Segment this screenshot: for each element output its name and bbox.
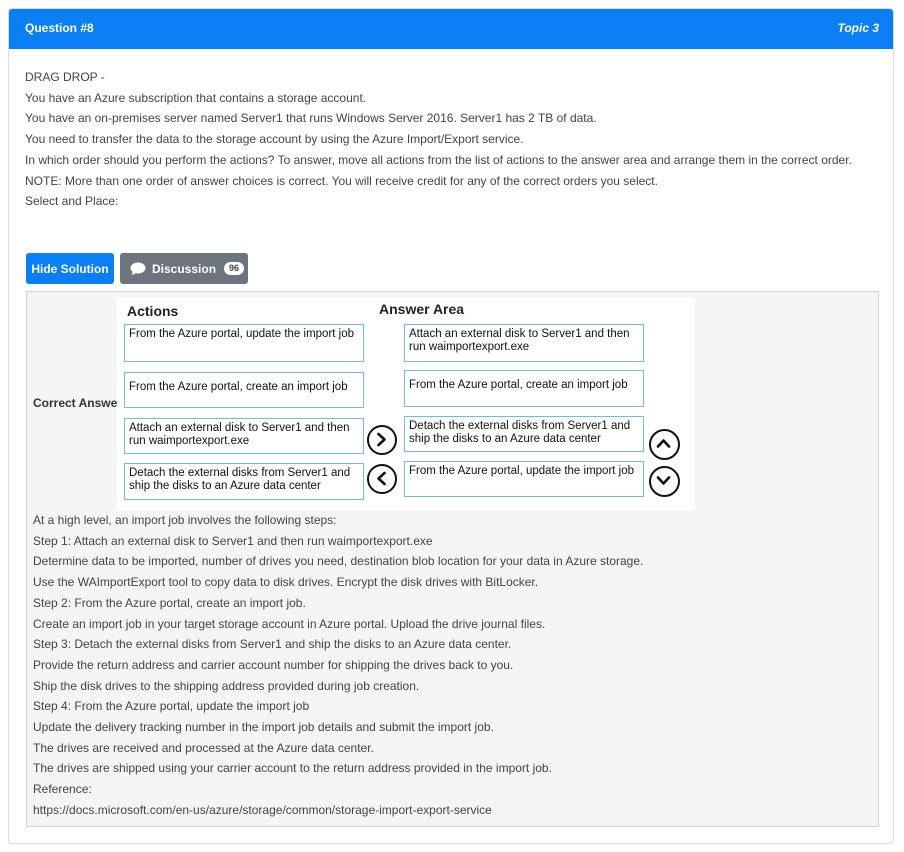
explanation-line: Ship the disk drives to the shipping add… [33, 678, 420, 693]
reference-link[interactable]: https://docs.microsoft.com/en-us/azure/s… [33, 800, 873, 821]
explanation-line: Update the delivery tracking number in t… [33, 720, 494, 735]
question-number: Question #8 [25, 21, 94, 35]
explanation-line: The drives are received and processed at… [33, 740, 374, 755]
discussion-label: Discussion [152, 261, 217, 276]
move-left-button[interactable] [367, 464, 397, 494]
chevron-left-icon [377, 471, 386, 486]
explanation-text: At a high level, an import job involves … [33, 510, 873, 821]
explanation-line: Step 1: Attach an external disk to Serve… [33, 533, 433, 548]
answer-panel: Correct Answer: Actions Answer Area From… [26, 291, 879, 827]
explanation-line: Use the WAImportExport tool to copy data… [33, 575, 539, 590]
chevron-up-icon [656, 439, 671, 448]
explanation-line: At a high level, an import job involves … [33, 513, 337, 527]
drag-drop-answer-image: Actions Answer Area From the Azure porta… [117, 298, 695, 510]
correct-answer-label: Correct Answer: [33, 396, 126, 410]
question-card: Question #8 Topic 3 DRAG DROP - You have… [8, 8, 894, 844]
discussion-button[interactable]: Discussion 96 [120, 253, 248, 284]
question-line: DRAG DROP - [25, 70, 105, 84]
move-right-button[interactable] [367, 425, 397, 455]
hide-solution-label: Hide Solution [31, 261, 109, 276]
question-line: NOTE: More than one order of answer choi… [25, 173, 658, 188]
explanation-line: Determine data to be imported, number of… [33, 554, 644, 569]
question-line: Select and Place: [25, 194, 119, 209]
reference-label: Reference: [33, 782, 92, 797]
move-up-button[interactable] [649, 429, 680, 460]
actions-title: Actions [127, 303, 179, 319]
chat-bubble-icon [130, 262, 146, 275]
question-header: Question #8 Topic 3 [9, 9, 893, 49]
answer-area-title: Answer Area [379, 301, 465, 317]
question-line: You have an on-premises server named Ser… [25, 111, 597, 126]
action-item[interactable]: Attach an external disk to Server1 and t… [124, 418, 364, 454]
question-text: DRAG DROP - You have an Azure subscripti… [25, 67, 885, 212]
question-line: You have an Azure subscription that cont… [25, 90, 367, 105]
explanation-line: Create an import job in your target stor… [33, 616, 546, 631]
explanation-line: Step 4: From the Azure portal, update th… [33, 699, 310, 714]
discussion-count-badge: 96 [224, 262, 245, 275]
move-down-button[interactable] [649, 466, 680, 497]
answer-area-item[interactable]: From the Azure portal, update the import… [404, 461, 644, 497]
explanation-line: Step 2: From the Azure portal, create an… [33, 595, 306, 610]
answer-area-item[interactable]: From the Azure portal, create an import … [404, 370, 644, 407]
topic-label: Topic 3 [837, 21, 879, 35]
question-line: You need to transfer the data to the sto… [25, 132, 524, 147]
chevron-right-icon [377, 432, 386, 447]
answer-area-item[interactable]: Detach the external disks from Server1 a… [404, 416, 644, 452]
hide-solution-button[interactable]: Hide Solution [26, 253, 114, 284]
action-item[interactable]: Detach the external disks from Server1 a… [124, 463, 364, 500]
answer-area-item[interactable]: Attach an external disk to Server1 and t… [404, 324, 644, 362]
chevron-down-icon [656, 476, 671, 485]
explanation-line: Provide the return address and carrier a… [33, 657, 514, 672]
action-item[interactable]: From the Azure portal, update the import… [124, 324, 364, 362]
question-line: In which order should you perform the ac… [25, 152, 852, 167]
explanation-line: The drives are shipped using your carrie… [33, 761, 552, 776]
explanation-line: Step 3: Detach the external disks from S… [33, 637, 512, 652]
action-item[interactable]: From the Azure portal, create an import … [124, 372, 364, 408]
